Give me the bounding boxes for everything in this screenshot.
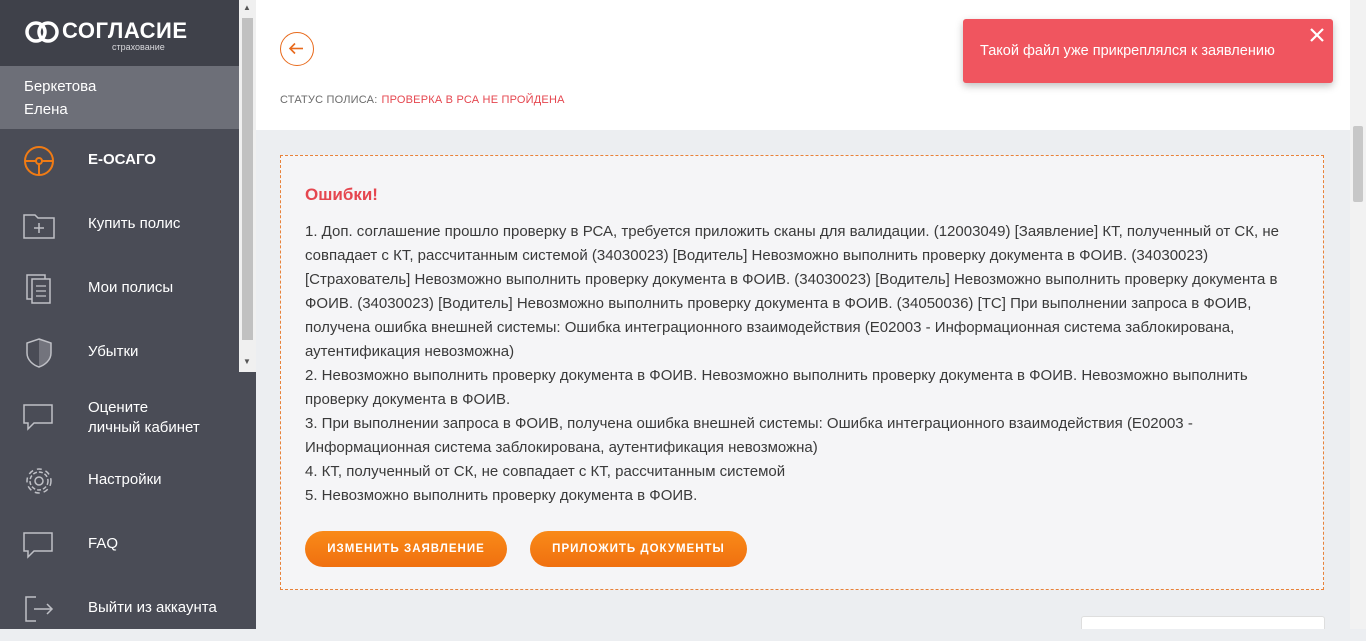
arrow-left-icon — [288, 42, 303, 55]
sidebar-item-faq[interactable]: FAQ — [0, 513, 239, 577]
sidebar-scrollbar[interactable]: ▲ ▼ — [239, 0, 256, 372]
attach-documents-button[interactable]: ПРИЛОЖИТЬ ДОКУМЕНТЫ — [530, 531, 747, 567]
user-name: Беркетова Елена — [0, 66, 239, 129]
logo[interactable]: СОГЛАСИЕ страхование — [0, 0, 239, 66]
sidebar-item-rate-cabinet[interactable]: Оцените личный кабинет — [0, 385, 239, 449]
scroll-up-arrow-icon[interactable]: ▲ — [243, 3, 251, 12]
edit-application-button[interactable]: ИЗМЕНИТЬ ЗАЯВЛЕНИЕ — [305, 531, 507, 567]
chat-icon — [23, 404, 53, 431]
policy-status-label: СТАТУС ПОЛИСА: — [280, 94, 378, 106]
sidebar-item-label: Мои полисы — [88, 279, 174, 296]
page-scrollbar-thumb[interactable] — [1353, 126, 1363, 202]
sidebar-scrollbar-thumb[interactable] — [242, 18, 253, 340]
sidebar: СОГЛАСИЕ страхование Беркетова Елена Е-О… — [0, 0, 239, 629]
folder-plus-icon — [23, 214, 55, 239]
sidebar-item-logout[interactable]: Выйти из аккаунта — [0, 577, 239, 641]
steering-wheel-icon — [24, 146, 54, 176]
error-item: 1. Доп. соглашение прошло проверку в РСА… — [305, 223, 1279, 360]
sidebar-item-losses[interactable]: Убытки — [0, 321, 239, 385]
policy-status: СТАТУС ПОЛИСА: ПРОВЕРКА В РСА НЕ ПРОЙДЕНА — [280, 94, 565, 106]
sidebar-item-label: Настройки — [88, 471, 162, 488]
error-toast: Такой файл уже прикреплялся к заявлению — [963, 19, 1333, 83]
sidebar-item-label: Е-ОСАГО — [88, 151, 156, 168]
sidebar-item-label: FAQ — [88, 535, 119, 552]
brand-subtitle: страхование — [112, 42, 165, 52]
sidebar-item-label: Убытки — [88, 343, 139, 360]
sidebar-fill — [239, 372, 256, 629]
sidebar-item-label: Купить полис — [88, 215, 181, 232]
sidebar-item-label-line: личный кабинет — [88, 419, 200, 436]
user-last-name: Беркетова — [24, 78, 97, 95]
user-first-name: Елена — [24, 101, 68, 118]
sidebar-item-label-line: Оцените — [88, 399, 149, 416]
scroll-down-arrow-icon[interactable]: ▼ — [243, 357, 251, 366]
gear-icon — [26, 468, 52, 494]
sidebar-nav: Е-ОСАГО Купить полис Мои полисы Убытки О… — [0, 129, 239, 641]
logout-icon — [25, 596, 54, 622]
logo-icon — [25, 21, 59, 43]
error-item: 5. Невозможно выполнить проверку докумен… — [305, 487, 698, 504]
error-item: 4. КТ, полученный от СК, не совпадает с … — [305, 463, 786, 480]
brand-name: СОГЛАСИЕ — [62, 18, 188, 43]
shield-icon — [26, 338, 52, 368]
error-item: 2. Невозможно выполнить проверку докумен… — [305, 367, 1248, 408]
sidebar-item-label: Выйти из аккаунта — [88, 599, 217, 616]
page-scrollbar[interactable] — [1350, 0, 1366, 629]
error-item: 3. При выполнении запроса в ФОИВ, получе… — [305, 415, 1193, 456]
close-icon[interactable] — [1309, 27, 1325, 43]
sidebar-item-e-osago[interactable]: Е-ОСАГО — [0, 129, 239, 193]
errors-list: 1. Доп. соглашение прошло проверку в РСА… — [305, 220, 1290, 508]
back-button[interactable] — [280, 32, 314, 66]
sidebar-item-my-policies[interactable]: Мои полисы — [0, 257, 239, 321]
sidebar-item-label: Оцените личный кабинет — [88, 398, 200, 438]
documents-icon — [26, 274, 51, 304]
bottom-card — [1081, 616, 1325, 629]
sidebar-item-buy-policy[interactable]: Купить полис — [0, 193, 239, 257]
toast-message: Такой файл уже прикреплялся к заявлению — [980, 43, 1275, 59]
errors-title: Ошибки! — [305, 185, 378, 204]
policy-status-value: ПРОВЕРКА В РСА НЕ ПРОЙДЕНА — [381, 94, 565, 106]
faq-chat-icon — [23, 532, 53, 559]
sidebar-item-settings[interactable]: Настройки — [0, 449, 239, 513]
errors-panel: Ошибки! 1. Доп. соглашение прошло провер… — [280, 155, 1324, 590]
